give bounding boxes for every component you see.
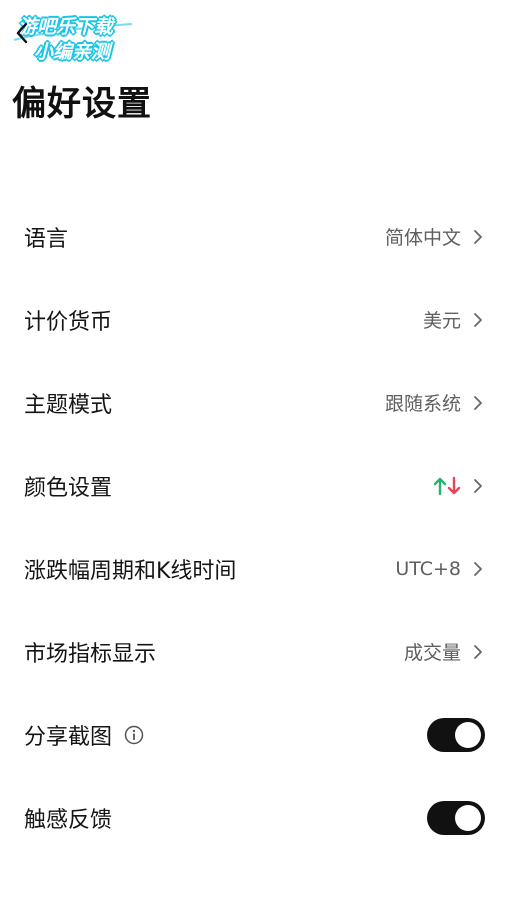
setting-label-haptic: 触感反馈 — [24, 807, 113, 833]
share-screenshot-toggle[interactable] — [427, 717, 485, 752]
setting-value-currency: 美元 — [422, 310, 461, 332]
setting-row-currency[interactable]: 计价货币 美元 — [0, 278, 509, 361]
chevron-right-icon — [474, 312, 482, 327]
chevron-left-icon — [16, 22, 28, 44]
page-title: 偏好设置 — [12, 84, 152, 124]
chevron-right-icon — [474, 229, 482, 244]
setting-label-currency: 计价货币 — [24, 309, 113, 335]
setting-row-theme[interactable]: 主题模式 跟随系统 — [0, 361, 509, 444]
chevron-right-icon — [474, 478, 482, 493]
watermark-line-2: 小编亲测 — [34, 41, 111, 63]
chevron-right-icon — [474, 395, 482, 410]
setting-value-change-period: UTC+8 — [395, 557, 461, 580]
arrow-down-icon — [447, 476, 461, 494]
setting-label-theme: 主题模式 — [24, 392, 113, 418]
setting-value-theme: 跟随系统 — [384, 393, 461, 415]
setting-row-change-period[interactable]: 涨跌幅周期和K线时间 UTC+8 — [0, 527, 509, 610]
setting-label-language: 语言 — [24, 226, 69, 252]
chevron-right-icon — [474, 644, 482, 659]
setting-row-language[interactable]: 语言 简体中文 — [0, 195, 509, 278]
toggle-knob — [455, 721, 481, 748]
setting-row-indicator[interactable]: 市场指标显示 成交量 — [0, 610, 509, 693]
setting-row-haptic: 触感反馈 — [0, 776, 509, 859]
setting-row-color[interactable]: 颜色设置 — [0, 444, 509, 527]
setting-label-share-screenshot: 分享截图 — [24, 724, 113, 750]
setting-value-language: 简体中文 — [384, 227, 461, 249]
color-arrows — [433, 476, 461, 496]
settings-list: 语言 简体中文 计价货币 美元 主题模式 跟随系统 颜色设置 涨跌幅周期和K线时… — [0, 195, 509, 859]
setting-value-indicator: 成交量 — [403, 642, 461, 664]
arrow-up-icon — [433, 477, 447, 495]
toggle-knob — [455, 804, 481, 831]
chevron-right-icon — [474, 561, 482, 576]
haptic-toggle[interactable] — [427, 800, 485, 835]
info-icon[interactable] — [124, 725, 144, 745]
setting-row-share-screenshot: 分享截图 — [0, 693, 509, 776]
setting-label-change-period: 涨跌幅周期和K线时间 — [24, 558, 237, 584]
setting-label-indicator: 市场指标显示 — [24, 641, 157, 667]
back-button[interactable] — [10, 18, 34, 48]
setting-label-color: 颜色设置 — [24, 475, 113, 501]
